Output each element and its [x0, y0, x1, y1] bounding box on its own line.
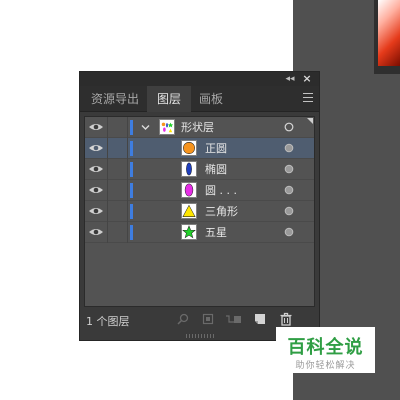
- column-divider: [127, 201, 128, 222]
- layer-name: 椭圆: [205, 163, 227, 176]
- layer-row-circle[interactable]: 正圆: [85, 138, 314, 159]
- column-divider: [107, 201, 108, 222]
- column-divider: [127, 159, 128, 180]
- delete-trash-icon[interactable]: [279, 312, 293, 326]
- layers-panel: ◂◂ × 资源导出 图层 画板 形状层 正圆 椭圆 圆 . . . 三角形 五星…: [79, 71, 320, 341]
- layer-color-bar: [130, 120, 133, 135]
- layer-name: 圆 . . .: [205, 184, 237, 197]
- triangle-thumbnail: [181, 203, 197, 219]
- watermark: 百科全说 助你轻松解决: [276, 327, 375, 373]
- layer-row-group[interactable]: 形状层: [85, 117, 314, 138]
- column-divider: [107, 180, 108, 201]
- tab-layers[interactable]: 图层: [147, 86, 191, 112]
- document-gradient-artwork: [378, 0, 400, 66]
- panel-menu-icon[interactable]: [303, 93, 313, 103]
- layer-row-star[interactable]: 五星: [85, 222, 314, 243]
- visibility-eye-icon[interactable]: [88, 204, 104, 218]
- layer-color-bar: [130, 162, 133, 177]
- column-divider: [107, 159, 108, 180]
- layer-color-bar: [130, 225, 133, 240]
- column-divider: [107, 138, 108, 159]
- visibility-eye-icon[interactable]: [88, 162, 104, 176]
- column-divider: [127, 138, 128, 159]
- target-dot-icon[interactable]: [284, 185, 294, 195]
- layer-row-pink-ellipse[interactable]: 圆 . . .: [85, 180, 314, 201]
- layer-color-bar: [130, 183, 133, 198]
- target-dot-icon[interactable]: [284, 164, 294, 174]
- panel-tab-bar: 资源导出 图层 画板: [80, 86, 319, 112]
- target-circle-icon[interactable]: [284, 122, 294, 132]
- target-dot-icon[interactable]: [284, 206, 294, 216]
- layer-list: 形状层 正圆 椭圆 圆 . . . 三角形 五星: [84, 116, 315, 307]
- panel-header-bar[interactable]: ◂◂ ×: [80, 72, 319, 86]
- tab-export[interactable]: 资源导出: [84, 86, 146, 112]
- watermark-subtitle: 助你轻松解决: [295, 361, 356, 371]
- resize-grip-handle[interactable]: [185, 334, 214, 338]
- layer-row-ellipse[interactable]: 椭圆: [85, 159, 314, 180]
- target-dot-icon[interactable]: [284, 143, 294, 153]
- collapse-panel-icon[interactable]: ◂◂: [283, 72, 297, 86]
- make-clipping-mask-icon[interactable]: [201, 312, 215, 326]
- close-panel-icon[interactable]: ×: [300, 72, 314, 86]
- visibility-eye-icon[interactable]: [88, 225, 104, 239]
- column-divider: [127, 222, 128, 243]
- new-sublayer-icon[interactable]: [225, 312, 243, 326]
- visibility-eye-icon[interactable]: [88, 183, 104, 197]
- column-divider: [127, 117, 128, 138]
- layer-count-status: 1 个图层: [86, 315, 130, 328]
- search-icon[interactable]: [176, 312, 190, 326]
- layer-color-bar: [130, 204, 133, 219]
- new-layer-icon[interactable]: [253, 312, 267, 326]
- circle-thumbnail: [181, 140, 197, 156]
- tab-artboards[interactable]: 画板: [192, 86, 230, 112]
- pink-ellipse-thumbnail: [181, 182, 197, 198]
- layer-name: 正圆: [205, 142, 227, 155]
- layer-row-triangle[interactable]: 三角形: [85, 201, 314, 222]
- chevron-down-icon[interactable]: [141, 123, 150, 132]
- ellipse-thumbnail: [181, 161, 197, 177]
- group-thumbnail: [159, 119, 175, 135]
- watermark-title: 百科全说: [287, 337, 364, 358]
- visibility-eye-icon[interactable]: [88, 141, 104, 155]
- layer-name: 形状层: [181, 121, 214, 134]
- target-dot-icon[interactable]: [284, 227, 294, 237]
- column-divider: [107, 117, 108, 138]
- layer-color-bar: [130, 141, 133, 156]
- column-divider: [127, 180, 128, 201]
- column-divider: [107, 222, 108, 243]
- visibility-eye-icon[interactable]: [88, 120, 104, 134]
- star-thumbnail: [181, 224, 197, 240]
- layer-name: 三角形: [205, 205, 238, 218]
- layer-name: 五星: [205, 226, 227, 239]
